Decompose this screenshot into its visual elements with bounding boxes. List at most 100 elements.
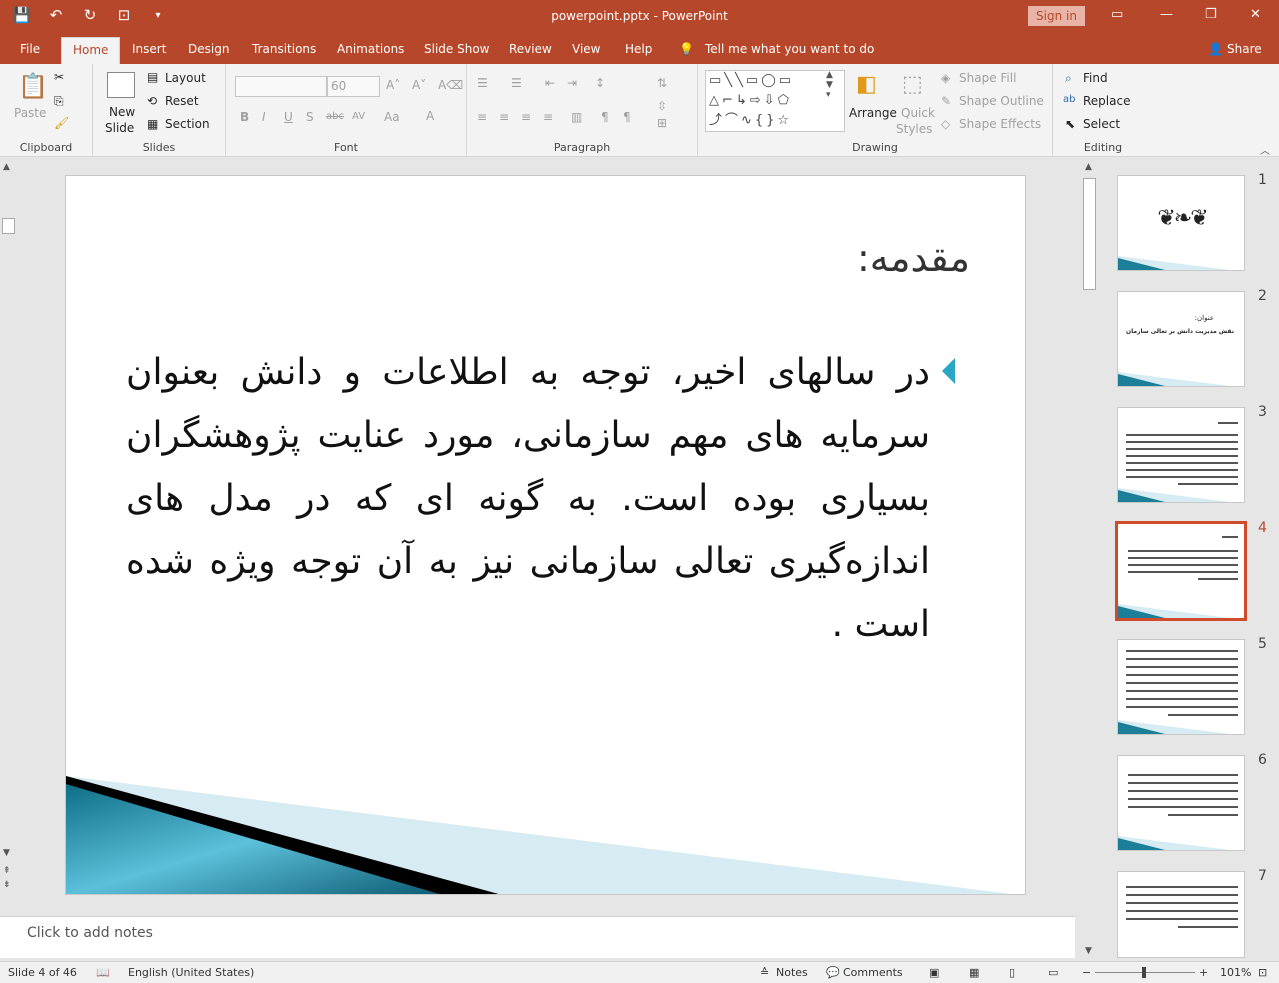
shape-fill-button[interactable]: Shape Fill bbox=[959, 71, 1016, 85]
new-slide-icon[interactable] bbox=[107, 72, 135, 98]
cut-icon[interactable]: ✂ bbox=[54, 70, 64, 84]
underline-icon[interactable]: U bbox=[284, 110, 293, 124]
tab-insert[interactable]: Insert bbox=[132, 42, 166, 56]
comments-button[interactable]: Comments bbox=[843, 966, 903, 979]
tab-home[interactable]: Home bbox=[61, 37, 121, 64]
thumbnail-slide-1[interactable]: ❦❧❦ bbox=[1117, 175, 1245, 271]
character-spacing-icon[interactable]: AV bbox=[352, 111, 365, 122]
tab-view[interactable]: View bbox=[572, 42, 600, 56]
line-spacing-icon[interactable]: ↕ bbox=[595, 76, 605, 90]
align-left-icon[interactable]: ≡ bbox=[477, 110, 487, 124]
ltr-icon[interactable]: ¶ bbox=[601, 110, 609, 124]
center-icon[interactable]: ≡ bbox=[499, 110, 509, 124]
scroll-thumb[interactable] bbox=[1083, 178, 1096, 290]
arrange-button[interactable]: Arrange bbox=[849, 106, 897, 120]
left-scrollbar[interactable]: ▲ ▼ ⇞ ⇟ bbox=[0, 158, 17, 894]
tab-help[interactable]: Help bbox=[625, 42, 652, 56]
arrange-icon[interactable]: ◧ bbox=[856, 72, 877, 97]
notes-placeholder[interactable]: Click to add notes bbox=[27, 925, 153, 941]
increase-font-icon[interactable]: A˄ bbox=[386, 78, 400, 92]
next-slide-icon[interactable]: ⇟ bbox=[3, 880, 11, 890]
strikethrough-icon[interactable]: abc bbox=[326, 111, 344, 122]
align-text-icon[interactable]: ⇳ bbox=[657, 99, 667, 113]
numbering-icon[interactable]: ☰ bbox=[511, 76, 522, 90]
tab-design[interactable]: Design bbox=[188, 42, 229, 56]
format-painter-icon[interactable]: 🖌 bbox=[54, 116, 69, 130]
scroll-down-icon[interactable]: ▼ bbox=[1085, 946, 1092, 956]
slide-sorter-icon[interactable]: ▦ bbox=[969, 966, 979, 979]
thumbnail-slide-6[interactable] bbox=[1117, 755, 1245, 851]
tab-animations[interactable]: Animations bbox=[337, 42, 404, 56]
notes-pane[interactable]: Click to add notes bbox=[0, 916, 1075, 958]
shadow-icon[interactable]: S bbox=[306, 110, 314, 124]
previous-slide-icon[interactable]: ⇞ bbox=[3, 866, 11, 876]
scroll-down-icon[interactable]: ▼ bbox=[3, 848, 10, 858]
reset-button[interactable]: Reset bbox=[165, 94, 199, 108]
layout-button[interactable]: Layout bbox=[165, 71, 206, 85]
clear-formatting-icon[interactable]: A⌫ bbox=[438, 78, 463, 92]
quick-styles-label-1[interactable]: Quick bbox=[901, 106, 935, 120]
minimize-icon[interactable]: — bbox=[1160, 7, 1173, 22]
text-direction-icon[interactable]: ⇅ bbox=[657, 76, 667, 90]
select-button[interactable]: Select bbox=[1083, 117, 1120, 131]
find-button[interactable]: Find bbox=[1083, 71, 1108, 85]
tab-slide-show[interactable]: Slide Show bbox=[424, 42, 489, 56]
quick-styles-label-2[interactable]: Styles bbox=[896, 122, 932, 136]
columns-icon[interactable]: ▥ bbox=[571, 110, 582, 124]
zoom-in-icon[interactable]: + bbox=[1199, 966, 1208, 979]
scroll-thumb[interactable] bbox=[2, 218, 15, 234]
language-indicator[interactable]: English (United States) bbox=[128, 966, 254, 979]
scroll-up-icon[interactable]: ▲ bbox=[1085, 162, 1092, 172]
increase-indent-icon[interactable]: ⇥ bbox=[567, 76, 577, 90]
font-family-combo[interactable] bbox=[235, 76, 327, 97]
replace-button[interactable]: Replace bbox=[1083, 94, 1130, 108]
fit-to-window-icon[interactable]: ⊡ bbox=[1258, 966, 1267, 979]
zoom-out-icon[interactable]: − bbox=[1082, 966, 1091, 979]
spell-check-icon[interactable]: 📖 bbox=[96, 966, 110, 979]
thumbnail-slide-4-selected[interactable] bbox=[1115, 521, 1247, 621]
decrease-indent-icon[interactable]: ⇤ bbox=[545, 76, 555, 90]
zoom-level[interactable]: 101% bbox=[1220, 966, 1251, 979]
thumbnail-slide-5[interactable] bbox=[1117, 639, 1245, 735]
paste-icon[interactable]: 📋 bbox=[18, 72, 48, 100]
slide-show-icon[interactable]: ▭ bbox=[1048, 966, 1058, 979]
thumbnail-slide-2[interactable]: عنوان: نقش مدیریت دانش بر تعالی سازمان bbox=[1117, 291, 1245, 387]
justify-icon[interactable]: ≡ bbox=[543, 110, 553, 124]
decrease-font-icon[interactable]: A˅ bbox=[412, 78, 426, 92]
shape-outline-button[interactable]: Shape Outline bbox=[959, 94, 1044, 108]
maximize-icon[interactable]: ❐ bbox=[1205, 7, 1217, 22]
font-size-combo[interactable]: 60 bbox=[327, 76, 380, 97]
sign-in-button[interactable]: Sign in bbox=[1028, 6, 1085, 26]
thumbnail-slide-3[interactable] bbox=[1117, 407, 1245, 503]
change-case-icon[interactable]: Aa bbox=[384, 110, 400, 124]
copy-icon[interactable]: ⎘ bbox=[54, 94, 64, 109]
ribbon-display-options-icon[interactable]: ▭ bbox=[1111, 7, 1123, 22]
rtl-icon[interactable]: ¶ bbox=[623, 110, 631, 124]
new-slide-label-1[interactable]: New bbox=[109, 105, 135, 119]
slide-body-text[interactable]: در سالهای اخیر، توجه به اطلاعات و دانش ب… bbox=[126, 341, 930, 656]
bold-icon[interactable]: B bbox=[240, 110, 249, 124]
collapse-ribbon-icon[interactable]: ︿ bbox=[1260, 142, 1270, 157]
scroll-up-icon[interactable]: ▲ bbox=[3, 162, 10, 172]
tell-me-box[interactable]: Tell me what you want to do bbox=[705, 42, 874, 56]
tab-review[interactable]: Review bbox=[509, 42, 552, 56]
shape-effects-button[interactable]: Shape Effects bbox=[959, 117, 1041, 131]
share-button[interactable]: Share bbox=[1227, 42, 1262, 56]
paste-button[interactable]: Paste bbox=[14, 106, 46, 120]
thumbnail-slide-7[interactable] bbox=[1117, 871, 1245, 958]
close-icon[interactable]: ✕ bbox=[1250, 7, 1261, 22]
current-slide[interactable]: مقدمه: در سالهای اخیر، توجه به اطلاعات و… bbox=[65, 175, 1026, 895]
reading-view-icon[interactable]: ▯ bbox=[1009, 966, 1015, 979]
tab-file[interactable]: File bbox=[20, 42, 40, 56]
align-right-icon[interactable]: ≡ bbox=[521, 110, 531, 124]
italic-icon[interactable]: I bbox=[262, 110, 266, 124]
smartart-icon[interactable]: ⊞ bbox=[657, 116, 667, 130]
shapes-gallery[interactable]: ▭╲╲▭◯▭ △⌐↳⇨⇩⬠ ⤴⌒∿{}☆ bbox=[705, 70, 845, 132]
tab-transitions[interactable]: Transitions bbox=[252, 42, 316, 56]
zoom-slider-thumb[interactable] bbox=[1142, 967, 1146, 978]
right-scrollbar[interactable]: ▲ ▼ bbox=[1081, 158, 1098, 958]
gallery-more-icon[interactable]: ▲ ▼ ▾ bbox=[826, 70, 833, 100]
notes-button[interactable]: Notes bbox=[776, 966, 808, 979]
slide-title[interactable]: مقدمه: bbox=[857, 236, 970, 280]
font-color-icon[interactable]: A bbox=[426, 109, 434, 123]
